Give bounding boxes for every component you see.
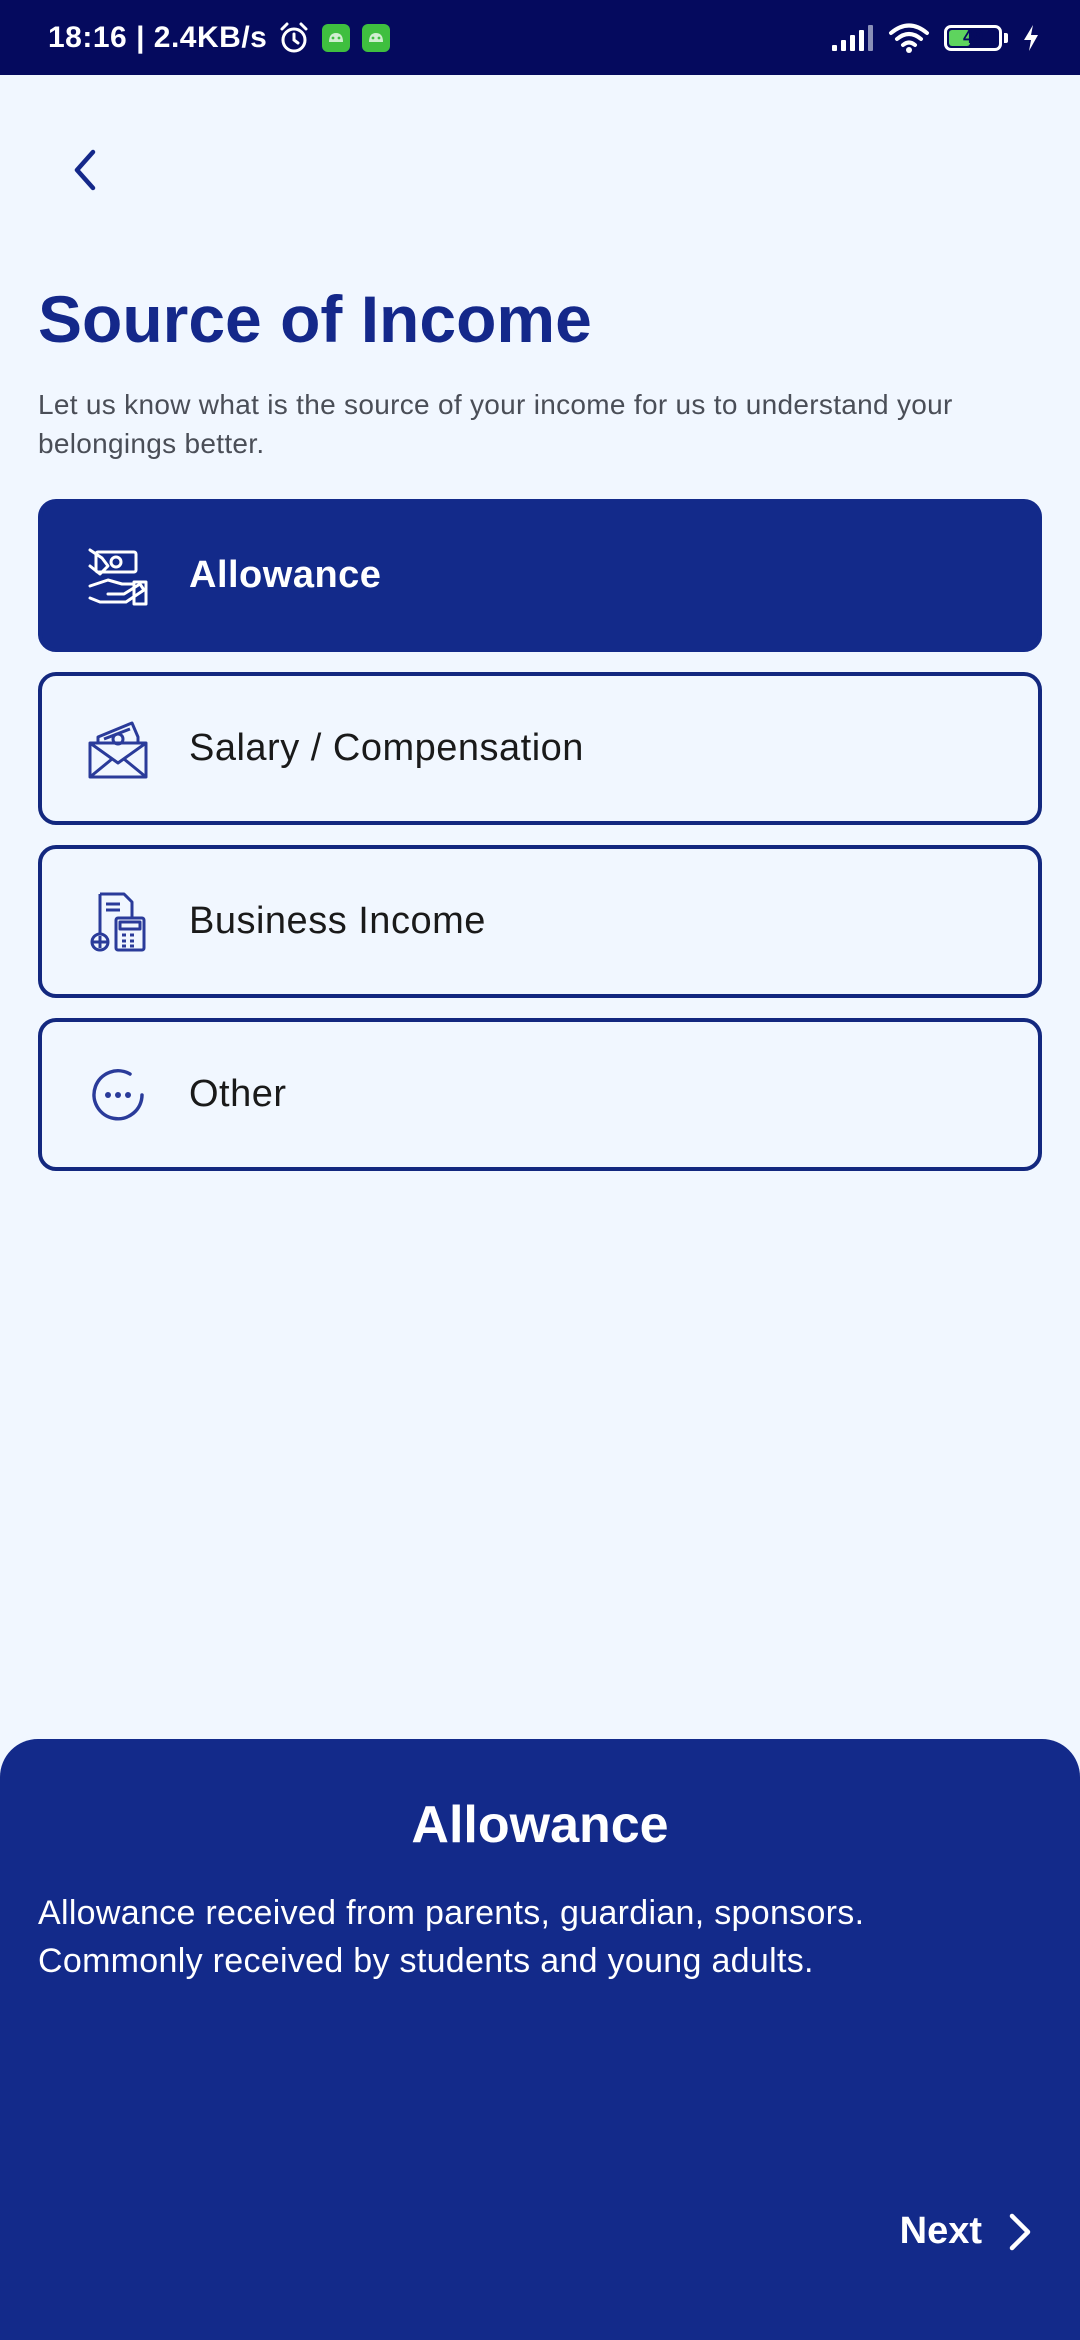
hand-money-icon [82, 540, 154, 612]
income-source-options: Allowance Salary / Compensation Business… [38, 499, 1042, 1191]
status-time-speed: 18:16 | 2.4KB/s [48, 20, 268, 54]
envelope-money-icon [82, 713, 154, 785]
battery-indicator: 49 [944, 24, 1008, 51]
detail-panel: Allowance Allowance received from parent… [0, 1739, 1080, 2340]
option-salary-compensation[interactable]: Salary / Compensation [38, 672, 1042, 825]
option-label: Allowance [189, 554, 382, 596]
battery-icon: 49 [944, 24, 1002, 51]
option-label: Business Income [189, 900, 486, 942]
status-right: 49 [830, 22, 1040, 54]
status-left: 18:16 | 2.4KB/s [48, 21, 391, 55]
android-notification-icon [321, 23, 351, 53]
next-button[interactable]: Next [894, 2202, 1040, 2261]
option-allowance[interactable]: Allowance [38, 499, 1042, 652]
chevron-left-icon [74, 149, 96, 191]
business-calculator-icon [82, 886, 154, 958]
page-subtitle: Let us know what is the source of your i… [38, 389, 953, 459]
battery-nub [1004, 32, 1008, 43]
option-label: Other [189, 1073, 287, 1115]
android-notification-icon [361, 23, 391, 53]
wifi-icon [888, 22, 930, 54]
signal-icon [830, 23, 874, 53]
status-bar: 18:16 | 2.4KB/s 49 [0, 0, 1080, 75]
detail-title: Allowance [411, 1796, 669, 1854]
option-other[interactable]: Other [38, 1018, 1042, 1171]
battery-level: 49 [962, 27, 984, 47]
alarm-icon [277, 21, 311, 55]
more-options-icon [82, 1059, 154, 1131]
page-title: Source of Income [38, 282, 592, 356]
option-label: Salary / Compensation [189, 727, 584, 769]
next-label: Next [899, 2210, 982, 2252]
chevron-right-icon [1009, 2213, 1031, 2250]
back-button[interactable] [50, 140, 120, 200]
option-business-income[interactable]: Business Income [38, 845, 1042, 998]
detail-description: Allowance received from parents, guardia… [38, 1894, 865, 1980]
charging-icon [1022, 24, 1040, 52]
